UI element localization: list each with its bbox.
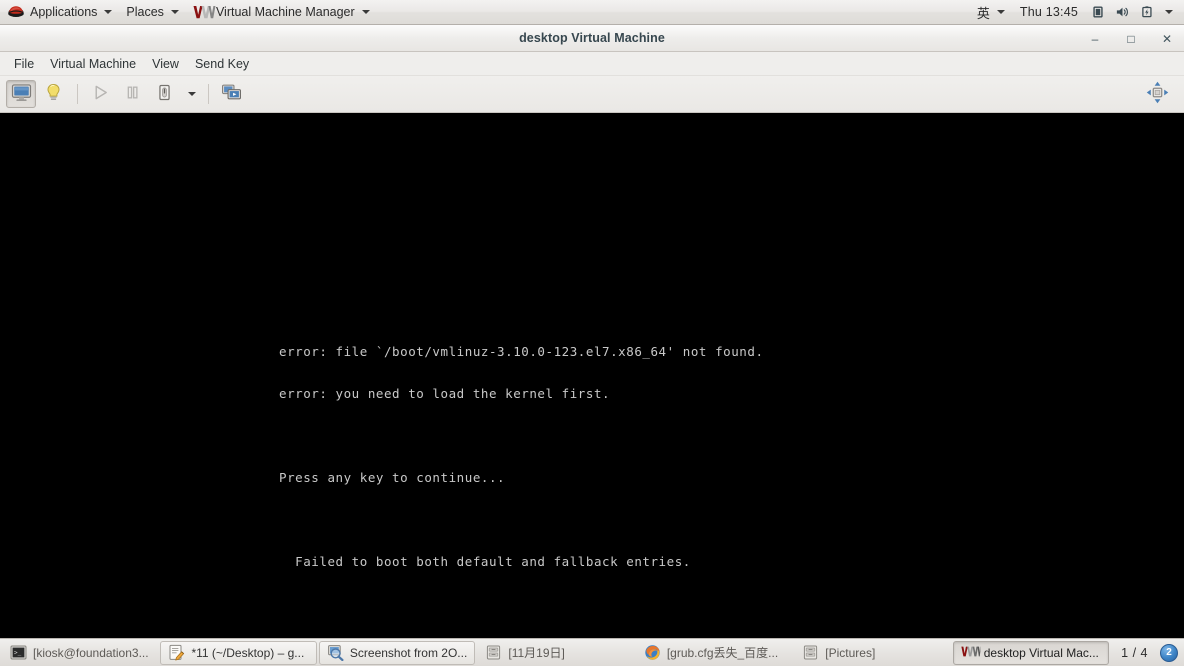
virtual-machine-manager-menu[interactable]: Virtual Machine Manager [186, 0, 377, 24]
screen-root: Applications Places Virtual Machine Mana… [0, 0, 1184, 666]
taskbar: >_ [kiosk@foundation3... *11 (~/Desktop)… [0, 638, 1184, 666]
taskbar-item-firefox[interactable]: [grub.cfg丢失_百度... [636, 641, 792, 665]
chevron-down-icon [1165, 10, 1173, 14]
archive-icon [802, 644, 819, 661]
top-panel-tray: 英 Thu 13:45 [970, 0, 1184, 24]
battery-icon[interactable] [1136, 5, 1158, 19]
window-controls: ‒ □ ✕ [1088, 25, 1174, 52]
system-menu-arrow[interactable] [1158, 10, 1178, 14]
taskbar-item-screenshot[interactable]: Screenshot from 2O... [318, 640, 476, 665]
resize-arrows-icon [1146, 81, 1169, 107]
applications-menu[interactable]: Applications [0, 0, 119, 24]
archive-icon [485, 644, 502, 661]
taskbar-item-gedit[interactable]: *11 (~/Desktop) – g... [160, 640, 317, 665]
gedit-icon [168, 644, 185, 661]
power-icon [155, 83, 174, 105]
taskbar-item-label: Screenshot from 2O... [349, 645, 468, 660]
pause-button[interactable] [117, 80, 147, 108]
svg-text:>_: >_ [14, 650, 22, 657]
places-menu[interactable]: Places [119, 0, 186, 24]
close-button[interactable]: ✕ [1160, 32, 1174, 46]
window-title: desktop Virtual Machine [519, 31, 665, 45]
console-line: Press any key to continue... [279, 470, 506, 485]
taskbar-item-label: [11月19日] [508, 646, 565, 660]
screenshot-icon [327, 644, 344, 662]
pause-icon [123, 83, 142, 105]
notification-badge[interactable]: 2 [1160, 643, 1178, 662]
ime-label: 英 [976, 6, 990, 22]
clone-screens-icon [221, 83, 242, 105]
taskbar-item-archive-date[interactable]: [11月19日] [477, 641, 633, 665]
menu-send-key[interactable]: Send Key [187, 55, 257, 73]
taskbar-item-label: desktop Virtual Mac... [983, 645, 1099, 660]
toolbar [0, 75, 1184, 113]
taskbar-item-label: [kiosk@foundation3... [33, 645, 149, 660]
terminal-icon: >_ [10, 644, 27, 661]
applications-menu-label: Applications [30, 5, 98, 19]
monitor-icon [11, 83, 32, 105]
console-line: Failed to boot both default and fallback… [279, 554, 691, 569]
menubar: File Virtual Machine View Send Key [0, 52, 1184, 75]
volume-icon[interactable] [1110, 5, 1136, 19]
shutdown-dropdown[interactable] [181, 80, 201, 108]
taskbar-item-virtual-machine[interactable]: desktop Virtual Mac... [952, 640, 1110, 665]
toolbar-separator-1 [77, 84, 78, 104]
taskbar-item-terminal[interactable]: >_ [kiosk@foundation3... [2, 641, 158, 665]
taskbar-item-label: [grub.cfg丢失_百度... [666, 646, 779, 660]
taskbar-item-label: *11 (~/Desktop) – g... [191, 645, 305, 660]
console-line: error: file `/boot/vmlinuz-3.10.0-123.el… [279, 344, 764, 359]
maximize-button[interactable]: □ [1124, 32, 1138, 46]
play-icon [91, 83, 110, 105]
redhat-fedora-logo-icon [7, 4, 25, 20]
minimize-button[interactable]: ‒ [1088, 32, 1102, 46]
menu-view[interactable]: View [144, 55, 187, 73]
console-line: error: you need to load the kernel first… [279, 386, 611, 401]
chevron-down-icon [170, 10, 179, 14]
chevron-down-icon [104, 10, 113, 14]
toolbar-separator-2 [208, 84, 209, 104]
vm-window: desktop Virtual Machine ‒ □ ✕ File Virtu… [0, 25, 1184, 638]
chevron-down-icon [361, 10, 370, 14]
menu-file[interactable]: File [6, 55, 42, 73]
vmm-menu-label: Virtual Machine Manager [215, 5, 355, 19]
taskbar-item-label: [Pictures] [825, 645, 876, 660]
window-titlebar: desktop Virtual Machine ‒ □ ✕ [0, 25, 1184, 52]
firefox-icon [644, 644, 661, 661]
vmm-logo-icon [961, 644, 981, 661]
workspace-indicator[interactable]: 1 / 4 [1111, 646, 1158, 660]
menu-virtual-machine[interactable]: Virtual Machine [42, 55, 144, 73]
clock[interactable]: Thu 13:45 [1012, 5, 1086, 19]
top-panel-menus: Applications Places Virtual Machine Mana… [0, 0, 377, 24]
display-icon[interactable] [1086, 5, 1110, 19]
fullscreen-button[interactable] [1142, 80, 1172, 108]
input-method-indicator[interactable]: 英 [970, 0, 1012, 24]
snapshot-button[interactable] [216, 80, 246, 108]
show-console-button[interactable] [6, 80, 36, 108]
taskbar-item-pictures[interactable]: [Pictures] [794, 641, 950, 665]
run-button[interactable] [85, 80, 115, 108]
vmm-logo-icon [193, 4, 217, 20]
places-menu-label: Places [126, 5, 164, 19]
vm-console[interactable]: error: file `/boot/vmlinuz-3.10.0-123.el… [0, 113, 1184, 638]
console-output: error: file `/boot/vmlinuz-3.10.0-123.el… [279, 317, 764, 638]
top-panel: Applications Places Virtual Machine Mana… [0, 0, 1184, 25]
chevron-down-icon [188, 92, 196, 96]
lightbulb-icon [44, 83, 63, 105]
shutdown-button[interactable] [149, 80, 179, 108]
chevron-down-icon [996, 10, 1005, 14]
show-details-button[interactable] [38, 80, 68, 108]
toolbar-right-group [1142, 80, 1178, 108]
